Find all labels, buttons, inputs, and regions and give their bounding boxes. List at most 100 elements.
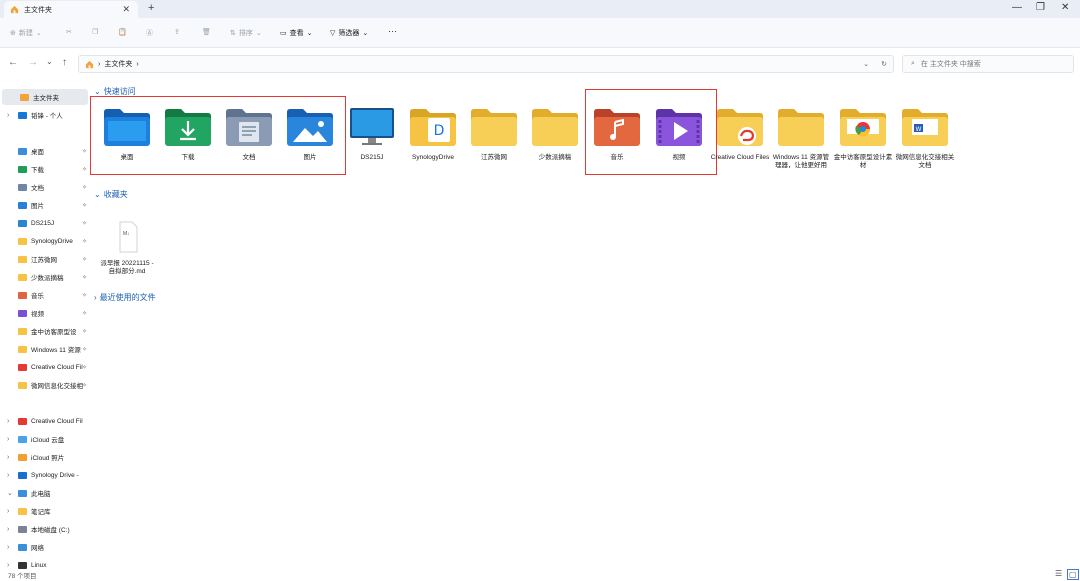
address-bar[interactable]: › 主文件夹 › ⌄ ↻	[78, 55, 894, 73]
sidebar-item[interactable]: DS215J ✧	[0, 215, 90, 231]
sidebar-item-icon	[18, 273, 27, 281]
delete-icon[interactable]: 🗑	[202, 28, 211, 36]
chevron-down-icon[interactable]: ⌄	[7, 489, 13, 497]
recent-locations-icon[interactable]: ⌄	[46, 57, 53, 66]
chevron-right-icon[interactable]: ›	[7, 436, 9, 443]
chevron-right-icon[interactable]: ›	[7, 454, 9, 461]
sidebar-item[interactable]: 江苏微网 ✧	[0, 251, 90, 267]
sidebar-item[interactable]: › 网络	[0, 539, 90, 555]
details-view-icon[interactable]: ☰	[1055, 569, 1062, 578]
chevron-right-icon[interactable]: ›	[7, 544, 9, 551]
minimize-button[interactable]: —	[1012, 2, 1022, 13]
quick-access-item[interactable]: 下载	[158, 106, 218, 162]
quick-access-item[interactable]: 音乐	[587, 106, 647, 162]
sidebar-item[interactable]: 文档 ✧	[0, 179, 90, 195]
close-tab-icon[interactable]: ✕	[122, 4, 130, 15]
sidebar-item[interactable]: 桌面 ✧	[0, 143, 90, 159]
chevron-down-icon: ⌄	[306, 30, 313, 37]
new-tab-button[interactable]: +	[148, 2, 154, 14]
sidebar-item-icon	[18, 345, 27, 353]
quick-access-item[interactable]: 图片	[280, 106, 340, 162]
sidebar-item[interactable]: › iCloud 云盘	[0, 431, 90, 447]
sidebar-item[interactable]: › Creative Cloud Fil	[0, 413, 90, 429]
view-button[interactable]: ▭ 查看 ⌄	[280, 28, 313, 38]
chevron-right-icon[interactable]: ›	[7, 418, 9, 425]
sidebar-item[interactable]: › Synology Drive -	[0, 467, 90, 483]
section-recent[interactable]: › 最近使用的文件	[94, 292, 156, 303]
sidebar-item[interactable]: Windows 11 资源 ✧	[0, 341, 90, 357]
sidebar-item[interactable]: 下载 ✧	[0, 161, 90, 177]
quick-access-item[interactable]: Windows 11 资源管理器，让他更好用	[771, 106, 831, 170]
quick-access-item[interactable]: 少数派摘稿	[525, 106, 585, 162]
sort-button[interactable]: ⇅ 排序 ⌄	[230, 28, 262, 38]
sidebar-item-icon	[18, 543, 27, 551]
sidebar-item-icon	[18, 147, 27, 155]
folder-icon	[776, 106, 826, 148]
share-icon[interactable]: ⇪	[174, 28, 180, 36]
sidebar-item[interactable]: SynologyDrive ✧	[0, 233, 90, 249]
quick-access-item[interactable]: DS215J	[342, 106, 402, 162]
quick-access-item[interactable]: Creative Cloud Files	[710, 106, 770, 162]
maximize-button[interactable]: ❐	[1036, 2, 1045, 13]
chevron-right-icon[interactable]: ›	[7, 472, 9, 479]
sidebar-item-icon	[18, 417, 27, 425]
favorite-item[interactable]: M↓ 派早报 20221115 - 自拟部分.md	[97, 220, 157, 276]
command-bar: ⊕ 新建 ⌄ ✂ ❐ 📋 Ⓐ ⇪ 🗑 ⇅ 排序 ⌄ ▭ 查看 ⌄ ▽ 筛选器 ⌄…	[0, 18, 1080, 48]
sidebar-item[interactable]: 金中访客原型设 ✧	[0, 323, 90, 339]
quick-access-item[interactable]: 金中访客原型设计素材	[833, 106, 893, 170]
copy-icon[interactable]: ❐	[92, 28, 98, 36]
refresh-icon[interactable]: ↻	[881, 60, 887, 68]
chevron-right-icon[interactable]: ›	[7, 112, 9, 119]
chevron-right-icon[interactable]: ›	[7, 526, 9, 533]
quick-access-item[interactable]: 文档	[219, 106, 279, 162]
sidebar-item[interactable]: 图片 ✧	[0, 197, 90, 213]
pin-icon: ✧	[81, 382, 87, 389]
search-input[interactable]: 在 主文件夹 中搜索	[921, 59, 981, 69]
filter-button[interactable]: ▽ 筛选器 ⌄	[330, 28, 368, 38]
sidebar-item-icon	[18, 381, 27, 389]
pin-icon: ✧	[81, 166, 87, 173]
sidebar-item[interactable]: ⌄ 此电脑	[0, 485, 90, 501]
cut-icon[interactable]: ✂	[66, 28, 72, 36]
up-arrow-icon[interactable]: ↑	[62, 57, 67, 68]
breadcrumb-separator: ›	[136, 60, 139, 68]
item-label: 桌面	[120, 154, 134, 161]
sidebar-item[interactable]: 少数派摘稿 ✧	[0, 269, 90, 285]
quick-access-item[interactable]: 视频	[649, 106, 709, 162]
forward-arrow-icon[interactable]: →	[28, 57, 38, 68]
sidebar-item-label: Creative Cloud Fil	[31, 417, 83, 425]
section-favorites[interactable]: ⌄ 收藏夹	[94, 189, 128, 200]
address-dropdown-icon[interactable]: ⌄	[863, 60, 869, 68]
sidebar-item[interactable]: 视频 ✧	[0, 305, 90, 321]
sidebar-item-icon	[18, 453, 27, 461]
back-arrow-icon[interactable]: ←	[8, 57, 18, 68]
chevron-right-icon[interactable]: ›	[7, 508, 9, 515]
tiles-view-icon[interactable]: ▢	[1067, 569, 1079, 580]
breadcrumb-home[interactable]: 主文件夹	[104, 59, 132, 69]
quick-access-item[interactable]: D SynologyDrive	[403, 106, 463, 162]
new-button[interactable]: ⊕ 新建 ⌄	[10, 28, 42, 38]
sidebar-item-label: 金中访客原型设	[31, 329, 77, 336]
sidebar-item[interactable]: › iCloud 照片	[0, 449, 90, 465]
quick-access-item[interactable]: 江苏微网	[464, 106, 524, 162]
sidebar-item[interactable]: › 笔记库	[0, 503, 90, 519]
plus-circle-icon: ⊕	[10, 30, 16, 37]
sidebar-item[interactable]: › 本地磁盘 (C:)	[0, 521, 90, 537]
tab-home[interactable]: 主文件夹 ✕	[4, 1, 138, 18]
sidebar-item[interactable]: Creative Cloud Fil ✧	[0, 359, 90, 375]
sidebar-item-icon	[18, 111, 27, 119]
sidebar-item[interactable]: 音乐 ✧	[0, 287, 90, 303]
search-box[interactable]: ⌕ 在 主文件夹 中搜索	[902, 55, 1074, 73]
chevron-down-icon: ⌄	[35, 30, 42, 37]
more-options-button[interactable]: ···	[388, 26, 397, 36]
paste-icon[interactable]: 📋	[118, 28, 127, 36]
quick-access-item[interactable]: W 微网信息化交接相关文档	[895, 106, 955, 170]
close-window-button[interactable]: ✕	[1061, 2, 1069, 13]
sidebar-item[interactable]: 主文件夹	[2, 89, 88, 105]
quick-access-item[interactable]: 桌面	[97, 106, 157, 162]
svg-text:D: D	[434, 123, 445, 139]
sidebar-item[interactable]: › 韬锋 - 个人	[0, 107, 90, 123]
pin-icon: ✧	[81, 202, 87, 209]
sidebar-item[interactable]: 微网信息化交接相 ✧	[0, 377, 90, 393]
rename-icon[interactable]: Ⓐ	[146, 28, 153, 38]
